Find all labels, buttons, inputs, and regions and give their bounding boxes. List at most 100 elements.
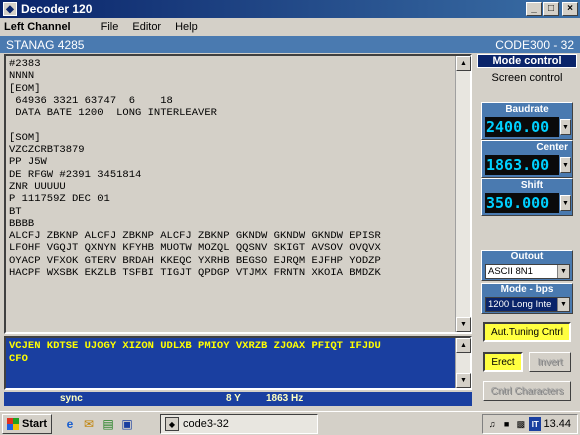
decoded-text-line: P 111759Z DEC 01 <box>9 193 110 206</box>
maximize-icon: □ <box>547 3 555 14</box>
decoded-text[interactable]: #2383 NNNN [EOM] 64936 3321 63747 6 18 DAT… <box>9 58 456 330</box>
decoded-text-line: [EOM] <box>9 82 41 95</box>
minimize-button[interactable]: _ <box>526 2 542 16</box>
live-text[interactable]: VCJEN KDTSE UJOGY XIZON UDLXB PMIOY VXRZ… <box>9 340 454 366</box>
menu-editor[interactable]: Editor <box>132 21 161 33</box>
shift-display[interactable]: 350.000 <box>485 193 559 213</box>
network-icon[interactable]: ■ <box>500 417 512 431</box>
invert-button[interactable]: Invert <box>529 352 571 372</box>
decoded-text-line: ALCFJ ZBKNP ALCFJ ZBKNP ALCFJ ZBKNP GKND… <box>9 230 381 243</box>
scroll-down-button[interactable]: ▼ <box>456 317 471 332</box>
decoded-text-line: ZNR UUUUU <box>9 180 66 193</box>
chevron-down-icon: ▼ <box>562 199 569 207</box>
close-button[interactable]: × <box>562 2 578 16</box>
decoder-app-icon[interactable]: ◆ <box>3 2 17 16</box>
menu-file[interactable]: File <box>101 21 119 33</box>
shift-group: Shift 350.000 ▼ <box>481 178 573 216</box>
code-label: CODE300 - 32 <box>495 37 574 52</box>
mode-control-tab[interactable]: Mode control <box>477 54 577 68</box>
window-title: Decoder 120 <box>21 2 93 16</box>
baudrate-dropdown[interactable]: ▼ <box>560 119 571 135</box>
monitor-icon[interactable]: ▩ <box>515 417 527 431</box>
menu-help[interactable]: Help <box>175 21 198 33</box>
decoded-text-line: [SOM] <box>9 131 41 144</box>
scroll-up-icon: ▲ <box>460 342 467 349</box>
mode-bps-value: 1200 Long Inte <box>488 299 552 310</box>
maximize-button[interactable]: □ <box>543 2 559 16</box>
baudrate-label: Baudrate <box>505 104 549 115</box>
taskbar: Start e ✉ ▤ ▣ ◆ code3-32 ♫ ■ ▩ IT 13.44 <box>0 411 580 435</box>
protocol-label: STANAG 4285 <box>6 37 85 52</box>
decoded-text-pane[interactable]: #2383 NNNN [EOM] 64936 3321 63747 6 18 DAT… <box>4 54 472 334</box>
shift-dropdown[interactable]: ▼ <box>560 195 571 211</box>
baudrate-group: Baudrate 2400.00 ▼ <box>481 102 573 140</box>
start-label: Start <box>22 418 48 430</box>
center-display[interactable]: 1863.00 <box>485 155 559 175</box>
center-label: Center <box>536 142 568 153</box>
decoded-text-line: HACPF WXSBK EKZLB TSFBI TIGJT QPDGP VTJM… <box>9 267 381 280</box>
decoded-text-line <box>9 119 456 131</box>
menu-bar: Left Channel File Editor Help <box>0 18 580 36</box>
channel-label[interactable]: Left Channel <box>4 21 71 33</box>
quick-launch: e ✉ ▤ ▣ <box>62 416 135 432</box>
shift-label: Shift <box>520 180 544 191</box>
center-dropdown[interactable]: ▼ <box>560 157 571 173</box>
volume-icon[interactable]: ♫ <box>486 417 498 431</box>
live-text-line: VCJEN KDTSE UJOGY XIZON UDLXB PMIOY VXRZ… <box>9 340 381 352</box>
baudrate-display[interactable]: 2400.00 <box>485 117 559 137</box>
task-app-icon: ◆ <box>165 417 179 431</box>
live-text-line: CFO <box>9 353 28 365</box>
task-code3-32[interactable]: ◆ code3-32 <box>160 414 318 434</box>
aut-tuning-button[interactable]: Aut.Tuning Cntrl <box>483 322 571 342</box>
outlook-icon[interactable]: ✉ <box>81 416 97 432</box>
decoded-text-line: VZCZCRBT3879 <box>9 144 85 157</box>
status-bar: sync 8 Y 1863 Hz <box>4 392 472 406</box>
sync-status: sync <box>60 393 83 404</box>
chevron-down-icon: ▼ <box>562 161 569 169</box>
output-value: ASCII 8N1 <box>488 266 533 277</box>
scroll-down-icon: ▼ <box>460 321 467 328</box>
language-badge[interactable]: IT <box>529 417 542 431</box>
chevron-down-icon[interactable]: ▼ <box>557 265 569 278</box>
scroll-up-button[interactable]: ▲ <box>456 56 471 71</box>
window-controls: _ □ × <box>526 2 578 16</box>
windows-logo-icon <box>7 418 19 430</box>
mode-bps-label: Mode - bps <box>500 284 554 295</box>
live-scrollbar[interactable]: ▲ ▼ <box>455 338 471 388</box>
live-scroll-down-button[interactable]: ▼ <box>456 373 471 388</box>
start-button[interactable]: Start <box>2 414 52 434</box>
output-group: Outout ASCII 8N1 ▼ <box>481 250 573 281</box>
mode-bps-select[interactable]: 1200 Long Inte ▼ <box>485 297 570 312</box>
control-characters-button[interactable]: Cntrl Characters <box>483 381 571 401</box>
center-group: Center 1863.00 ▼ <box>481 140 573 178</box>
internet-explorer-icon[interactable]: e <box>62 416 78 432</box>
mode-bps-group: Mode - bps 1200 Long Inte ▼ <box>481 283 573 314</box>
title-bar[interactable]: ◆ Decoder 120 _ □ × <box>0 0 580 18</box>
decoded-text-line: BT <box>9 205 22 218</box>
decoded-text-line: BBBB <box>9 217 35 230</box>
live-scroll-up-button[interactable]: ▲ <box>456 338 471 353</box>
decoded-text-line: NNNN <box>9 70 35 83</box>
decoded-text-line: OYACP VFXOK GTERV BRDAH KKEQC YXRHB BEGS… <box>9 254 381 267</box>
desktop-icon[interactable]: ▤ <box>100 416 116 432</box>
live-text-pane[interactable]: VCJEN KDTSE UJOGY XIZON UDLXB PMIOY VXRZ… <box>4 336 472 390</box>
code-status: 8 Y <box>226 393 241 404</box>
channels-icon[interactable]: ▣ <box>119 416 135 432</box>
screen-control-tab[interactable]: Screen control <box>477 71 577 85</box>
system-tray: ♫ ■ ▩ IT 13.44 <box>482 414 578 434</box>
decoded-text-line: DE RFGW #2391 3451814 <box>9 168 142 181</box>
scroll-up-icon: ▲ <box>460 60 467 67</box>
decoded-text-line: 64936 3321 63747 6 18 <box>9 94 173 107</box>
output-select[interactable]: ASCII 8N1 ▼ <box>485 264 570 279</box>
decoded-scrollbar[interactable]: ▲ ▼ <box>455 56 471 332</box>
close-icon: × <box>567 3 573 14</box>
chevron-down-icon: ▼ <box>562 123 569 131</box>
clock: 13.44 <box>543 418 571 430</box>
mode-bar: STANAG 4285 CODE300 - 32 <box>0 36 580 53</box>
decoded-text-line: PP J5W <box>9 156 47 169</box>
frequency-status: 1863 Hz <box>266 393 304 404</box>
chevron-down-icon[interactable]: ▼ <box>557 298 569 311</box>
decoded-text-line: #2383 <box>9 58 41 70</box>
erect-button[interactable]: Erect <box>483 352 523 372</box>
scroll-down-icon: ▼ <box>460 377 467 384</box>
